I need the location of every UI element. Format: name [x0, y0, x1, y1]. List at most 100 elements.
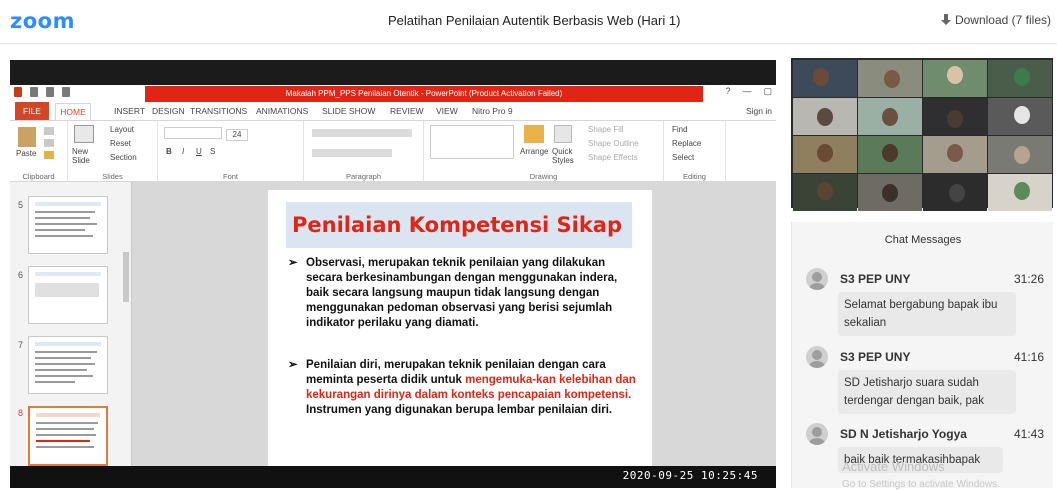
tab-nitro[interactable]: Nitro Pro 9 [472, 106, 513, 116]
shadow-button[interactable]: S [210, 147, 215, 156]
participant-tile[interactable] [858, 98, 922, 135]
tab-design[interactable]: DESIGN [152, 106, 185, 116]
participant-tile[interactable] [858, 136, 922, 173]
save-icon[interactable] [30, 87, 38, 97]
activate-windows-watermark: Activate Windows [842, 459, 945, 474]
participant-tile[interactable] [858, 174, 922, 211]
select-button[interactable]: Select [672, 153, 694, 162]
bullet-text: Observasi, merupakan teknik penilaian ya… [306, 257, 618, 329]
slide-thumbnails: 5 6 7 8 [10, 182, 132, 466]
participant-tile[interactable] [923, 98, 987, 135]
tab-file[interactable]: FILE [15, 102, 49, 120]
chat-time: 41:16 [1013, 350, 1044, 364]
ribbon: Paste Clipboard New Slide Layout Reset S… [10, 120, 776, 183]
bullet-arrow-icon: ➢ [288, 257, 298, 269]
shape-effects-button[interactable]: Shape Effects [588, 153, 638, 162]
participant-tile[interactable] [923, 60, 987, 97]
tab-insert[interactable]: INSERT [114, 106, 145, 116]
participant-tile[interactable] [988, 136, 1052, 173]
participant-tile[interactable] [793, 174, 857, 211]
editing-group: Find Replace Select Editing [664, 121, 726, 183]
download-button[interactable]: Download (7 files) [940, 13, 1051, 27]
participant-tile[interactable] [923, 136, 987, 173]
replace-button[interactable]: Replace [672, 139, 701, 148]
shape-fill-button[interactable]: Shape Fill [588, 125, 624, 134]
bullet-observasi: ➢ Observasi, merupakan teknik penilaian … [288, 256, 636, 331]
clipboard-group: Paste Clipboard [10, 121, 68, 183]
tab-home[interactable]: HOME [55, 103, 91, 120]
section-button[interactable]: Section [110, 153, 137, 162]
top-bar: zoom Pelatihan Penilaian Autentik Berbas… [0, 0, 1057, 44]
arrange-icon[interactable] [524, 125, 544, 143]
participant-tile[interactable] [793, 98, 857, 135]
thumb-number: 6 [18, 270, 24, 280]
copy-icon[interactable] [44, 139, 54, 147]
chat-sender: S3 PEP UNY [840, 272, 911, 286]
tab-view[interactable]: VIEW [436, 106, 458, 116]
drawing-group: Arrange Quick Styles Shape Fill Shape Ou… [424, 121, 664, 183]
maximize-icon[interactable]: ▢ [763, 86, 772, 97]
scrollbar-thumb[interactable] [123, 252, 129, 302]
slide-thumbnail[interactable] [28, 196, 108, 254]
undo-icon[interactable] [46, 87, 54, 97]
font-name-select[interactable] [164, 127, 222, 139]
bullet-text-b: Instrumen yang digunakan berupa lembar p… [306, 404, 613, 416]
video-top-strip [10, 60, 776, 85]
thumb-number: 8 [18, 408, 24, 418]
chat-sender: S3 PEP UNY [840, 350, 911, 364]
redo-icon[interactable] [62, 87, 70, 97]
screen-share: Makalah PPM_PPS Penilaian Otentik - Powe… [10, 60, 776, 488]
participant-tile[interactable] [793, 136, 857, 173]
quick-styles-icon[interactable] [554, 125, 572, 143]
arrange-button[interactable]: Arrange [520, 147, 548, 156]
slide-thumbnail-selected[interactable] [28, 406, 108, 466]
layout-button[interactable]: Layout [110, 125, 134, 134]
find-button[interactable]: Find [672, 125, 688, 134]
tab-slide-show[interactable]: SLIDE SHOW [322, 106, 375, 116]
align-buttons[interactable] [312, 149, 392, 157]
font-size-select[interactable]: 24 [226, 129, 248, 141]
reset-button[interactable]: Reset [110, 139, 131, 148]
slide-thumbnail[interactable] [28, 336, 108, 394]
editing-label: Editing [683, 172, 706, 181]
tab-review[interactable]: REVIEW [390, 106, 424, 116]
drawing-label: Drawing [529, 172, 558, 181]
window-title: Makalah PPM_PPS Penilaian Otentik - Powe… [145, 86, 703, 102]
tab-animations[interactable]: ANIMATIONS [256, 106, 308, 116]
participant-tile[interactable] [793, 60, 857, 97]
participant-tile[interactable] [988, 174, 1052, 211]
thumbnails-scrollbar[interactable] [121, 182, 131, 466]
italic-button[interactable]: I [182, 147, 184, 156]
window-controls: ? — ▢ [725, 86, 772, 97]
list-buttons[interactable] [312, 129, 412, 137]
participant-tile[interactable] [988, 60, 1052, 97]
clipboard-label: Clipboard [22, 172, 55, 181]
quick-styles-button[interactable]: Quick Styles [552, 147, 582, 165]
avatar [806, 268, 828, 290]
underline-button[interactable]: U [196, 147, 202, 156]
new-slide-icon[interactable] [74, 125, 94, 143]
paste-label[interactable]: Paste [16, 149, 36, 158]
slide-canvas[interactable]: Penilaian Kompetensi Sikap ➢ Observasi, … [268, 190, 652, 466]
slide-title: Penilaian Kompetensi Sikap [292, 213, 623, 237]
paste-icon[interactable] [18, 127, 36, 147]
chat-panel: Chat Messages S3 PEP UNY 31:26 Selamat b… [791, 222, 1053, 488]
paragraph-label: Paragraph [345, 172, 382, 181]
format-painter-icon[interactable] [44, 151, 54, 159]
shapes-gallery[interactable] [430, 125, 514, 159]
participant-gallery [791, 58, 1053, 211]
participant-tile[interactable] [923, 174, 987, 211]
sign-in-link[interactable]: Sign in [746, 106, 772, 116]
shape-outline-button[interactable]: Shape Outline [588, 139, 639, 148]
tab-transitions[interactable]: TRANSITIONS [190, 106, 247, 116]
bold-button[interactable]: B [166, 147, 172, 156]
minimize-icon[interactable]: — [742, 86, 751, 97]
new-slide-label[interactable]: New Slide [72, 147, 102, 165]
chat-bubble: Selamat bergabung bapak ibu sekalian [838, 292, 1016, 336]
slide-thumbnail[interactable] [28, 266, 108, 324]
cut-icon[interactable] [44, 127, 54, 135]
help-icon[interactable]: ? [725, 86, 730, 97]
slides-group: New Slide Layout Reset Section Slides [68, 121, 158, 183]
participant-tile[interactable] [858, 60, 922, 97]
participant-tile[interactable] [988, 98, 1052, 135]
